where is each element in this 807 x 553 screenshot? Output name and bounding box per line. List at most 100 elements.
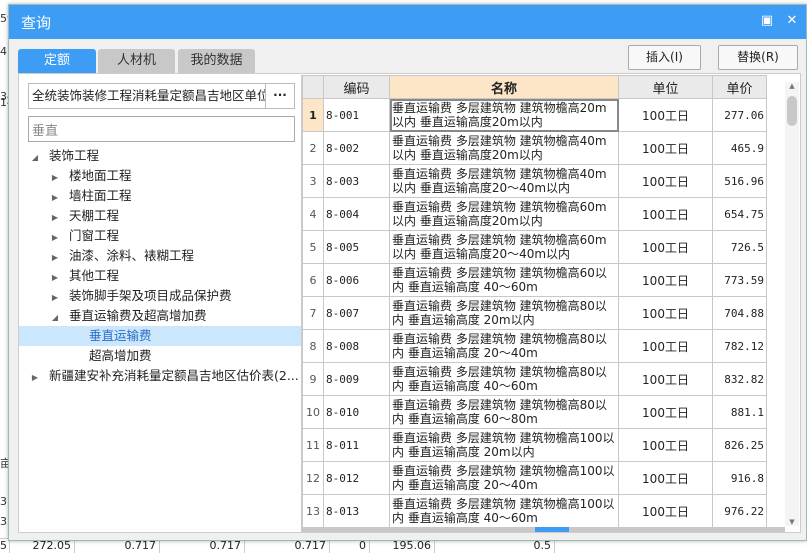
table-row[interactable]: 5 8-005 垂直运输费 多层建筑物 建筑物檐高60m以内 垂直运输高度20～40… <box>302 230 767 264</box>
unit-cell[interactable]: 100工日 <box>618 131 713 165</box>
unit-cell[interactable]: 100工日 <box>618 263 713 297</box>
row-number[interactable]: 6 <box>302 263 324 297</box>
table-row[interactable]: 12 8-012 垂直运输费 多层建筑物 建筑物檐高100以内 垂直运输高度 20～… <box>302 461 767 495</box>
name-cell[interactable]: 垂直运输费 多层建筑物 建筑物檐高40m以内 垂直运输高度20m以内 <box>389 131 619 165</box>
code-cell[interactable]: 8-003 <box>323 164 390 198</box>
insert-button[interactable]: 插入(I) <box>628 45 701 70</box>
row-number[interactable]: 5 <box>302 230 324 264</box>
table-row[interactable]: 8 8-008 垂直运输费 多层建筑物 建筑物檐高80以内 垂直运输高度 20～40… <box>302 329 767 363</box>
collapsed-arrow-icon[interactable]: ▶ <box>49 168 61 188</box>
row-number[interactable]: 10 <box>302 395 324 429</box>
code-cell[interactable]: 8-002 <box>323 131 390 165</box>
price-cell[interactable]: 881.1 <box>712 395 767 429</box>
scroll-up-icon[interactable]: ▲ <box>785 82 799 90</box>
code-cell[interactable]: 8-008 <box>323 329 390 363</box>
unit-cell[interactable]: 100工日 <box>618 428 713 462</box>
name-cell[interactable]: 垂直运输费 多层建筑物 建筑物檐高80以内 垂直运输高度 20～40m <box>389 329 619 363</box>
splitter-handle[interactable] <box>535 527 569 532</box>
code-cell[interactable]: 8-007 <box>323 296 390 330</box>
name-cell[interactable]: 垂直运输费 多层建筑物 建筑物檐高100以内 垂直运输高度 20～40m <box>389 461 619 495</box>
price-cell[interactable]: 465.9 <box>712 131 767 165</box>
tree-node[interactable]: ▶ 装饰脚手架及项目成品保护费 <box>19 286 301 306</box>
row-number[interactable]: 11 <box>302 428 324 462</box>
table-row[interactable]: 2 8-002 垂直运输费 多层建筑物 建筑物檐高40m以内 垂直运输高度20m以内… <box>302 131 767 165</box>
code-cell[interactable]: 8-012 <box>323 461 390 495</box>
tree-node[interactable]: ▶ 天棚工程 <box>19 206 301 226</box>
header-name[interactable]: 名称 <box>389 75 619 99</box>
table-row[interactable]: 10 8-010 垂直运输费 多层建筑物 建筑物檐高80以内 垂直运输高度 60～8… <box>302 395 767 429</box>
name-cell[interactable]: 垂直运输费 多层建筑物 建筑物檐高60m以内 垂直运输高度20～40m以内 <box>389 230 619 264</box>
code-cell[interactable]: 8-010 <box>323 395 390 429</box>
row-number[interactable]: 1 <box>302 98 324 132</box>
price-cell[interactable]: 654.75 <box>712 197 767 231</box>
price-cell[interactable]: 976.22 <box>712 494 767 527</box>
unit-cell[interactable]: 100工日 <box>618 461 713 495</box>
table-row[interactable]: 3 8-003 垂直运输费 多层建筑物 建筑物檐高40m以内 垂直运输高度20～40… <box>302 164 767 198</box>
table-row[interactable]: 7 8-007 垂直运输费 多层建筑物 建筑物檐高80以内 垂直运输高度 20m以内… <box>302 296 767 330</box>
tab-materials[interactable]: 人材机 <box>98 49 175 73</box>
code-cell[interactable]: 8-001 <box>323 98 390 132</box>
collapsed-arrow-icon[interactable]: ▶ <box>49 208 61 228</box>
replace-button[interactable]: 替换(R) <box>718 45 798 70</box>
row-number[interactable]: 9 <box>302 362 324 396</box>
tab-my-data[interactable]: 我的数据 <box>178 49 255 73</box>
title-bar[interactable]: 查询 <box>9 5 806 39</box>
table-row[interactable]: 13 8-013 垂直运输费 多层建筑物 建筑物檐高100以内 垂直运输高度 40～… <box>302 494 767 527</box>
name-cell[interactable]: 垂直运输费 多层建筑物 建筑物檐高60m以内 垂直运输高度20m以内 <box>389 197 619 231</box>
price-cell[interactable]: 832.82 <box>712 362 767 396</box>
horizontal-scrollbar[interactable] <box>301 527 785 532</box>
tree-node[interactable]: ▶ 墙柱面工程 <box>19 186 301 206</box>
name-cell[interactable]: 垂直运输费 多层建筑物 建筑物檐高20m以内 垂直运输高度20m以内 <box>389 98 619 132</box>
collapsed-arrow-icon[interactable]: ▶ <box>49 248 61 268</box>
table-row[interactable]: 4 8-004 垂直运输费 多层建筑物 建筑物檐高60m以内 垂直运输高度20m以内… <box>302 197 767 231</box>
name-cell[interactable]: 垂直运输费 多层建筑物 建筑物檐高60以内 垂直运输高度 40～60m <box>389 263 619 297</box>
row-number[interactable]: 2 <box>302 131 324 165</box>
row-number[interactable]: 12 <box>302 461 324 495</box>
restore-icon[interactable]: ▣ <box>759 13 775 29</box>
tree-node[interactable]: 超高增加费 <box>19 346 301 366</box>
row-number[interactable]: 7 <box>302 296 324 330</box>
library-more-button[interactable]: ··· <box>265 83 295 109</box>
tab-quota[interactable]: 定额 <box>18 49 96 73</box>
unit-cell[interactable]: 100工日 <box>618 98 713 132</box>
close-icon[interactable]: ✕ <box>784 13 800 29</box>
code-cell[interactable]: 8-011 <box>323 428 390 462</box>
tree-node[interactable]: ▶ 其他工程 <box>19 266 301 286</box>
table-row[interactable]: 11 8-011 垂直运输费 多层建筑物 建筑物檐高100以内 垂直运输高度 20m… <box>302 428 767 462</box>
price-cell[interactable]: 916.8 <box>712 461 767 495</box>
scroll-down-icon[interactable]: ▼ <box>785 518 799 526</box>
code-cell[interactable]: 8-006 <box>323 263 390 297</box>
unit-cell[interactable]: 100工日 <box>618 164 713 198</box>
price-cell[interactable]: 826.25 <box>712 428 767 462</box>
unit-cell[interactable]: 100工日 <box>618 329 713 363</box>
vertical-scrollbar[interactable]: ▲ ▼ <box>785 82 799 526</box>
table-row[interactable]: 6 8-006 垂直运输费 多层建筑物 建筑物檐高60以内 垂直运输高度 40～60… <box>302 263 767 297</box>
table-row[interactable]: 9 8-009 垂直运输费 多层建筑物 建筑物檐高80以内 垂直运输高度 40～60… <box>302 362 767 396</box>
unit-cell[interactable]: 100工日 <box>618 296 713 330</box>
unit-cell[interactable]: 100工日 <box>618 362 713 396</box>
scroll-thumb[interactable] <box>787 96 797 126</box>
code-cell[interactable]: 8-009 <box>323 362 390 396</box>
table-row[interactable]: 1 8-001 垂直运输费 多层建筑物 建筑物檐高20m以内 垂直运输高度20m以内… <box>302 98 767 132</box>
price-cell[interactable]: 726.5 <box>712 230 767 264</box>
price-cell[interactable]: 773.59 <box>712 263 767 297</box>
row-number[interactable]: 13 <box>302 494 324 527</box>
unit-cell[interactable]: 100工日 <box>618 230 713 264</box>
search-input[interactable] <box>28 116 295 142</box>
price-cell[interactable]: 704.88 <box>712 296 767 330</box>
row-number[interactable]: 4 <box>302 197 324 231</box>
name-cell[interactable]: 垂直运输费 多层建筑物 建筑物檐高80以内 垂直运输高度 40～60m <box>389 362 619 396</box>
header-unit[interactable]: 单位 <box>618 75 713 99</box>
code-cell[interactable]: 8-005 <box>323 230 390 264</box>
name-cell[interactable]: 垂直运输费 多层建筑物 建筑物檐高100以内 垂直运输高度 20m以内 <box>389 428 619 462</box>
tree-node[interactable]: ▶ 楼地面工程 <box>19 166 301 186</box>
tree-node[interactable]: 垂直运输费 <box>19 326 301 346</box>
name-cell[interactable]: 垂直运输费 多层建筑物 建筑物檐高80以内 垂直运输高度 60～80m <box>389 395 619 429</box>
collapsed-arrow-icon[interactable]: ▶ <box>49 188 61 208</box>
price-cell[interactable]: 782.12 <box>712 329 767 363</box>
collapsed-arrow-icon[interactable]: ▶ <box>49 268 61 288</box>
price-cell[interactable]: 516.96 <box>712 164 767 198</box>
collapsed-arrow-icon[interactable]: ▶ <box>29 368 41 388</box>
unit-cell[interactable]: 100工日 <box>618 197 713 231</box>
unit-cell[interactable]: 100工日 <box>618 494 713 527</box>
